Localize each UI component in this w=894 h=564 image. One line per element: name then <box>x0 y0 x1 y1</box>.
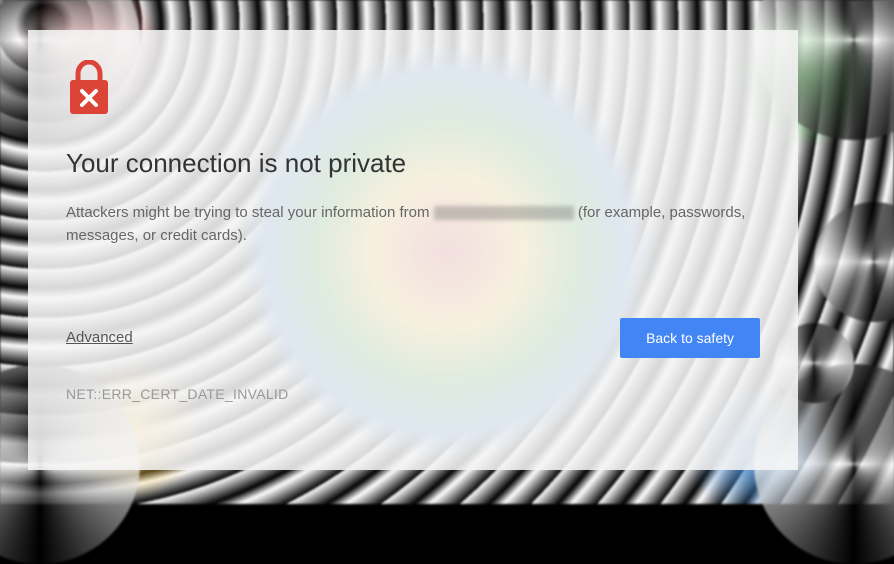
ssl-error-dialog: Your connection is not private Attackers… <box>28 30 798 470</box>
error-title: Your connection is not private <box>66 148 760 179</box>
dialog-actions: Advanced Back to safety <box>66 318 760 358</box>
advanced-button[interactable]: Advanced <box>66 329 133 346</box>
error-message: Attackers might be trying to steal your … <box>66 201 760 248</box>
error-message-prefix: Attackers might be trying to steal your … <box>66 204 434 221</box>
back-to-safety-button[interactable]: Back to safety <box>620 318 760 358</box>
insecure-lock-icon <box>66 60 112 118</box>
error-code-text: NET::ERR_CERT_DATE_INVALID <box>66 386 760 402</box>
decorative-swirl <box>814 202 894 322</box>
redacted-hostname <box>434 206 574 220</box>
